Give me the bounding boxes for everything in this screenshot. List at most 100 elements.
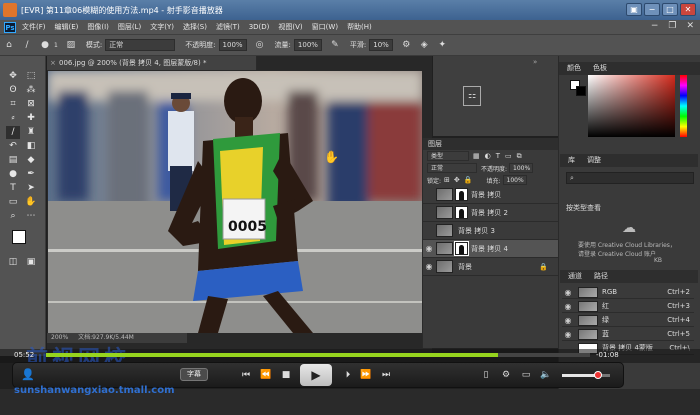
menu-3d[interactable]: 3D(D): [249, 23, 270, 31]
brush-tool-icon[interactable]: ∕: [21, 39, 33, 51]
skip-end-icon[interactable]: ⏭: [378, 368, 394, 382]
symmetry-icon[interactable]: ✦: [436, 39, 448, 51]
frame-tool-icon[interactable]: ⊠: [24, 98, 38, 111]
menu-window[interactable]: 窗口(W): [312, 22, 338, 32]
stop-icon[interactable]: ■: [278, 368, 294, 382]
screen-icon[interactable]: ▭: [518, 368, 534, 382]
library-tab[interactable]: 库: [568, 154, 575, 167]
channel-row[interactable]: ◉ 红 Ctrl+3: [562, 300, 694, 313]
fast-forward-icon[interactable]: ⏩: [358, 368, 374, 382]
blur-tool-icon[interactable]: ◆: [24, 154, 38, 167]
settings-icon[interactable]: ⚙: [498, 368, 514, 382]
marquee-tool-icon[interactable]: ⬚: [24, 70, 38, 83]
ps-minimize-icon[interactable]: −: [651, 21, 659, 31]
window-minimize-button[interactable]: −: [644, 3, 660, 16]
airbrush-icon[interactable]: ✎: [329, 39, 341, 51]
progress-fill[interactable]: [46, 353, 498, 357]
layer-row[interactable]: 背景 拷贝: [423, 186, 558, 204]
ps-close-icon[interactable]: ✕: [686, 21, 694, 31]
hue-slider[interactable]: [680, 75, 687, 137]
layers-tab[interactable]: 图层: [423, 138, 558, 150]
eraser-tool-icon[interactable]: ◧: [24, 140, 38, 153]
menu-image[interactable]: 图像(I): [87, 22, 109, 32]
type-tool-icon[interactable]: T: [6, 182, 20, 195]
hand-tool-icon[interactable]: ✋: [24, 196, 38, 209]
pressure-size-icon[interactable]: ◈: [418, 39, 430, 51]
brush-size-value[interactable]: 1: [54, 42, 58, 49]
lock-all-icon[interactable]: 🔒: [464, 176, 473, 184]
image-canvas[interactable]: 0005 ✋: [48, 71, 422, 333]
healing-tool-icon[interactable]: ✚: [24, 112, 38, 125]
subtitle-button[interactable]: 字幕: [180, 368, 208, 381]
blend-mode-select[interactable]: 正常: [427, 163, 477, 173]
rewind-icon[interactable]: ⏪: [258, 368, 274, 382]
menu-layer[interactable]: 图层(L): [118, 22, 141, 32]
home-icon[interactable]: ⌂: [3, 39, 15, 51]
more-tools-icon[interactable]: ⋯: [24, 210, 38, 223]
play-button[interactable]: ▶: [300, 364, 332, 386]
menu-filter[interactable]: 滤镜(T): [216, 22, 240, 32]
menu-type[interactable]: 文字(Y): [150, 22, 174, 32]
color-tab[interactable]: 颜色: [567, 62, 581, 75]
eye-icon[interactable]: ◉: [562, 288, 574, 297]
channel-row[interactable]: ◉ 蓝 Ctrl+5: [562, 328, 694, 341]
eye-icon[interactable]: ◉: [423, 262, 435, 271]
volume-fill[interactable]: [562, 374, 598, 377]
channel-row[interactable]: ◉ 绿 Ctrl+4: [562, 314, 694, 327]
user-avatar-icon[interactable]: 👤: [20, 368, 36, 382]
eye-icon[interactable]: ◉: [562, 302, 574, 311]
history-brush-icon[interactable]: ↶: [6, 140, 20, 153]
pen-tool-icon[interactable]: ✒: [24, 168, 38, 181]
smooth-settings-gear-icon[interactable]: ⚙: [400, 39, 412, 51]
layer-mask-thumbnail[interactable]: [454, 241, 469, 256]
close-tab-icon[interactable]: ×: [50, 56, 56, 70]
pressure-opacity-icon[interactable]: ◎: [254, 39, 266, 51]
zoom-tool-icon[interactable]: ⌕: [6, 210, 20, 223]
library-view-select[interactable]: 按类型查看: [566, 202, 646, 214]
brush-tool-active-icon[interactable]: ∕: [6, 126, 20, 139]
window-close-button[interactable]: ✕: [680, 3, 696, 16]
mobile-icon[interactable]: ▯: [478, 368, 494, 382]
brush-preset-icon[interactable]: ●: [39, 39, 51, 51]
mode-select[interactable]: 正常: [105, 39, 176, 51]
brush-panel-icon[interactable]: ▨: [65, 39, 77, 51]
window-maximize-button[interactable]: □: [662, 3, 678, 16]
volume-knob[interactable]: [594, 371, 602, 379]
step-forward-icon[interactable]: ⏵: [340, 368, 356, 382]
fill-input[interactable]: 100%: [502, 175, 527, 185]
library-search-input[interactable]: ⌕: [566, 172, 694, 184]
volume-icon[interactable]: 🔈: [538, 368, 554, 382]
skip-start-icon[interactable]: ⏮: [238, 368, 254, 382]
dodge-tool-icon[interactable]: ●: [6, 168, 20, 181]
adjustments-tab[interactable]: 调整: [587, 154, 601, 167]
shape-tool-icon[interactable]: ▭: [6, 196, 20, 209]
layer-row[interactable]: 背景 拷贝 3: [423, 222, 558, 240]
color-picker-field[interactable]: [588, 75, 675, 137]
eye-icon[interactable]: ◉: [562, 316, 574, 325]
quick-mask-icon[interactable]: ◫: [6, 256, 20, 269]
filter-adjust-icon[interactable]: ◐: [485, 152, 491, 160]
stamp-tool-icon[interactable]: ♜: [24, 126, 38, 139]
properties-icon[interactable]: ⚏: [463, 86, 481, 106]
eye-icon[interactable]: ◉: [423, 244, 435, 253]
opacity-input[interactable]: 100%: [218, 39, 247, 51]
smooth-input[interactable]: 10%: [369, 39, 394, 51]
lock-move-icon[interactable]: ✥: [454, 176, 460, 184]
layer-row[interactable]: 背景 拷贝 2: [423, 204, 558, 222]
layer-kind-select[interactable]: 类型: [427, 151, 469, 161]
flow-input[interactable]: 100%: [293, 39, 322, 51]
quick-select-tool-icon[interactable]: ⁂: [24, 84, 38, 97]
path-select-icon[interactable]: ➤: [24, 182, 38, 195]
move-tool-icon[interactable]: ✥: [6, 70, 20, 83]
filter-smart-icon[interactable]: ⧉: [517, 152, 522, 161]
crop-tool-icon[interactable]: ⌗: [6, 98, 20, 111]
channel-row[interactable]: ◉ RGB Ctrl+2: [562, 286, 694, 299]
paths-tab[interactable]: 路径: [594, 270, 608, 283]
lock-pixels-icon[interactable]: ⊞: [444, 176, 450, 184]
gradient-tool-icon[interactable]: ▤: [6, 154, 20, 167]
document-tab[interactable]: × 006.jpg @ 200% (背景 拷贝 4, 图层蒙版/8) *: [47, 56, 257, 70]
channels-tab[interactable]: 通道: [568, 270, 582, 283]
color-bg-swatch[interactable]: [576, 86, 586, 96]
collapse-icon[interactable]: »: [533, 58, 537, 66]
screen-mode-icon[interactable]: ▣: [24, 256, 38, 269]
